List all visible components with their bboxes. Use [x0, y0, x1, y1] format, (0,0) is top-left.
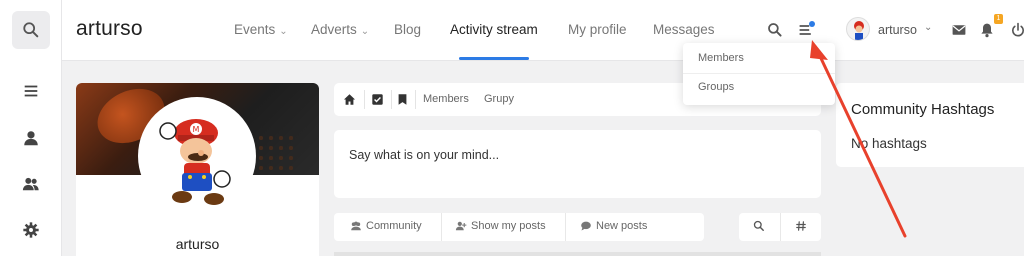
gear-icon: [23, 222, 39, 238]
users-icon: [351, 221, 361, 231]
profile-name[interactable]: arturso: [76, 236, 319, 252]
divider: [441, 213, 442, 241]
dropdown-members[interactable]: Members: [698, 52, 744, 64]
profile-card: M arturso: [76, 83, 319, 256]
search-icon: [23, 22, 39, 38]
top-list-menu-button[interactable]: [796, 20, 816, 40]
stream-search-button[interactable]: [753, 220, 765, 232]
stream-search-bar: [739, 213, 821, 241]
nav-my-profile[interactable]: My profile: [568, 22, 627, 37]
dropdown-groups[interactable]: Groups: [698, 81, 734, 93]
rail-profile-button[interactable]: [12, 119, 50, 157]
list-menu-dropdown: Members Groups: [683, 43, 835, 105]
users-icon: [22, 177, 39, 191]
search-icon: [768, 23, 782, 37]
svg-text:M: M: [193, 125, 200, 134]
logout-button[interactable]: [1008, 20, 1024, 40]
chevron-down-icon[interactable]: ⌄: [924, 22, 932, 33]
home-icon: [343, 93, 355, 105]
community-hashtags-card: Community Hashtags No hashtags: [836, 83, 1024, 167]
share-members-link[interactable]: Members: [423, 93, 469, 105]
bell-icon: [981, 23, 993, 38]
divider: [364, 90, 365, 109]
filter-new-posts-button[interactable]: New posts: [580, 220, 647, 232]
divider: [415, 90, 416, 109]
chevron-down-icon: ⌄: [360, 26, 370, 37]
mario-avatar-icon: [854, 21, 864, 40]
nav-activity-stream[interactable]: Activity stream: [450, 22, 538, 37]
nav-adverts[interactable]: Adverts ⌄: [311, 22, 369, 37]
mario-character-image: M: [159, 119, 231, 205]
bookmarks-button[interactable]: [395, 92, 409, 106]
filter-community-label: Community: [366, 220, 422, 232]
rail-search-button[interactable]: [12, 11, 50, 49]
feed-edge: [334, 252, 821, 256]
site-brand[interactable]: arturso: [76, 17, 143, 41]
active-tab-indicator: [459, 57, 529, 60]
user-plus-icon: [455, 221, 467, 231]
hash-icon: [796, 221, 806, 231]
composer-placeholder: Say what is on your mind...: [349, 148, 500, 162]
checkbox-icon: [371, 93, 383, 105]
menu-icon: [24, 85, 38, 97]
filter-my-posts-label: Show my posts: [471, 220, 546, 232]
nav-messages[interactable]: Messages: [653, 22, 715, 37]
hashtags-title: Community Hashtags: [851, 101, 995, 118]
chevron-down-icon: ⌄: [279, 26, 288, 37]
nav-blog[interactable]: Blog: [394, 22, 421, 37]
notification-badge: 1: [994, 14, 1003, 24]
home-button[interactable]: [342, 92, 356, 106]
rail-settings-button[interactable]: [12, 211, 50, 249]
bookmark-icon: [398, 93, 406, 105]
nav-events[interactable]: Events ⌄: [234, 22, 288, 37]
coffee-beans-decoration: [256, 133, 296, 173]
messages-button[interactable]: [949, 20, 969, 40]
divider: [391, 90, 392, 109]
comment-icon: [581, 221, 591, 231]
profile-avatar[interactable]: M: [138, 97, 256, 215]
user-avatar[interactable]: [846, 17, 870, 41]
top-search-button[interactable]: [765, 20, 785, 40]
new-indicator-dot: [809, 21, 815, 27]
left-rail: [0, 0, 62, 256]
rail-community-button[interactable]: [12, 165, 50, 203]
post-composer[interactable]: Say what is on your mind...: [334, 130, 821, 198]
hashtags-empty-message: No hashtags: [851, 136, 927, 151]
divider: [565, 213, 566, 241]
tasks-button[interactable]: [370, 92, 384, 106]
power-icon: [1012, 22, 1024, 37]
nav-adverts-label: Adverts: [311, 22, 357, 37]
hashtag-filter-button[interactable]: [795, 220, 807, 232]
filter-new-posts-label: New posts: [596, 220, 648, 232]
divider: [683, 73, 835, 74]
filter-community-button[interactable]: Community: [350, 220, 422, 232]
user-name[interactable]: arturso: [878, 23, 917, 37]
top-navbar: arturso Events ⌄ Adverts ⌄ Blog Activity s…: [62, 0, 1024, 61]
search-icon: [753, 220, 764, 231]
share-groups-link[interactable]: Grupy: [484, 93, 514, 105]
envelope-icon: [952, 25, 966, 35]
stream-filter-bar: Community Show my posts New posts: [334, 213, 704, 241]
divider: [780, 213, 781, 241]
rail-menu-button[interactable]: [12, 72, 50, 110]
user-icon: [24, 131, 38, 146]
nav-events-label: Events: [234, 22, 276, 37]
filter-my-posts-button[interactable]: Show my posts: [455, 220, 546, 232]
